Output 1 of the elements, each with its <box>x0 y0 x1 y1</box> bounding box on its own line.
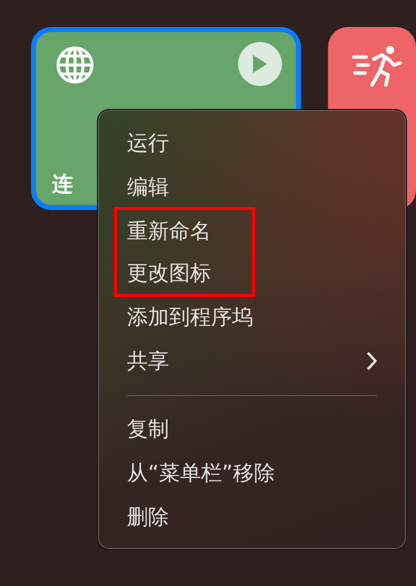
shortcut-title: 连 <box>52 174 73 195</box>
